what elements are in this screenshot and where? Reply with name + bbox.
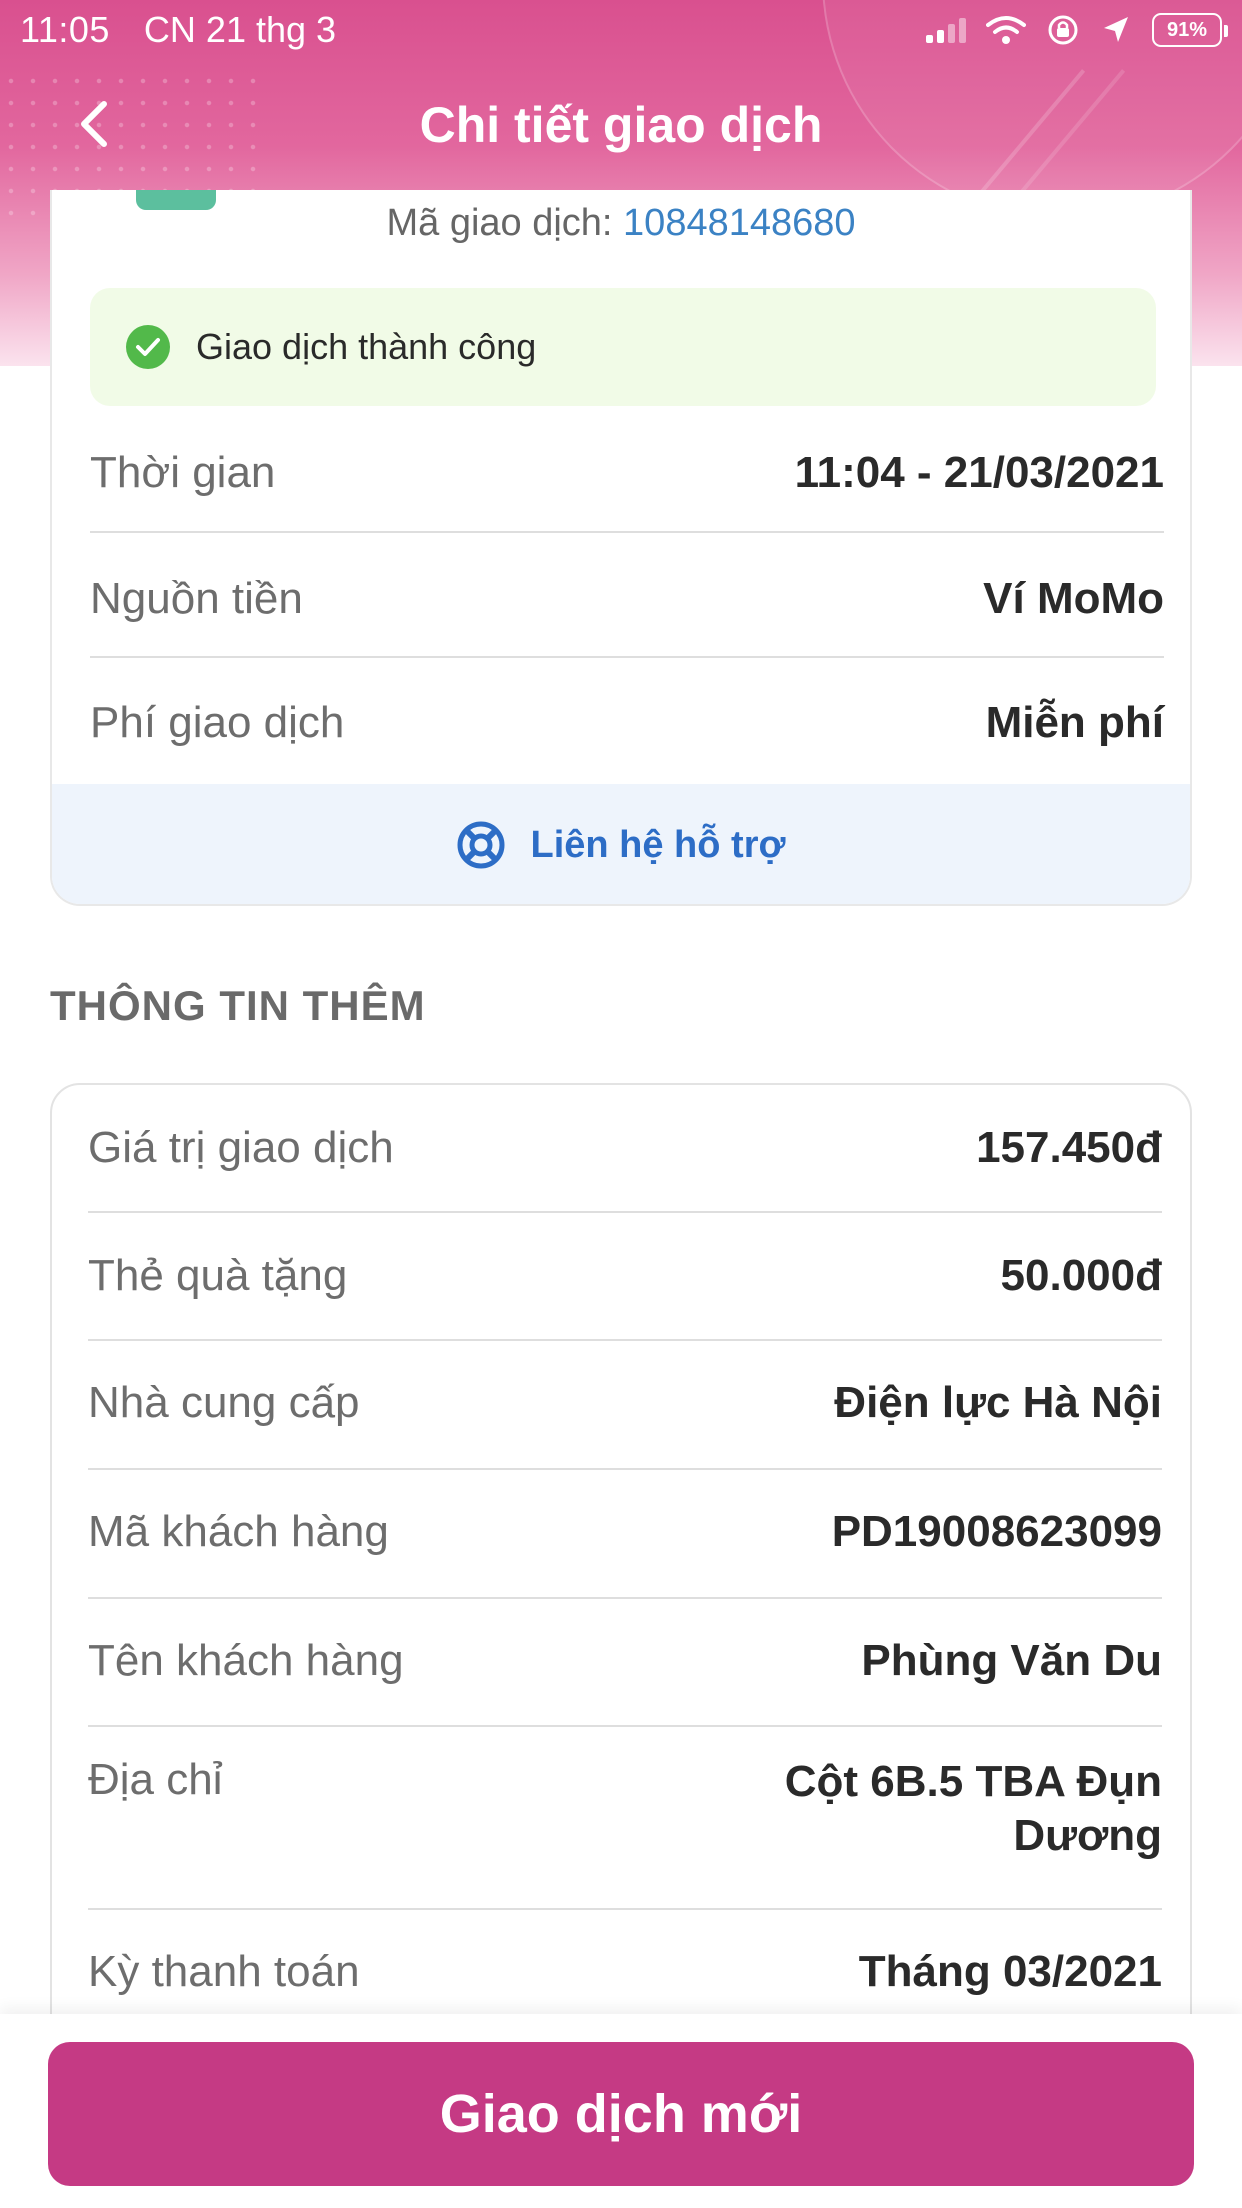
info-row-gift-card: Thẻ quà tặng 50.000đ (88, 1233, 1162, 1319)
support-button[interactable]: Liên hệ hỗ trợ (52, 784, 1190, 904)
info-row-time: Thời gian 11:04 - 21/03/2021 (90, 430, 1164, 516)
info-label: Nguồn tiền (90, 574, 303, 623)
info-label: Giá trị giao dịch (88, 1123, 394, 1172)
divider (88, 1468, 1162, 1470)
info-value: Phùng Văn Du (861, 1636, 1162, 1685)
status-bar: 11:05 CN 21 thg 3 91% (0, 0, 1242, 60)
section-title: THÔNG TIN THÊM (50, 982, 426, 1029)
chevron-left-icon (81, 101, 107, 147)
divider (88, 1339, 1162, 1341)
signal-icon (926, 17, 966, 43)
transaction-summary-card: Mã giao dịch: 10848148680 Giao dịch thàn… (50, 190, 1192, 906)
status-icons: 91% (926, 13, 1228, 47)
divider (90, 656, 1164, 658)
info-label: Mã khách hàng (88, 1507, 389, 1556)
info-value: Ví MoMo (983, 574, 1164, 623)
info-value: Miễn phí (985, 698, 1164, 747)
status-date: CN 21 thg 3 (143, 9, 337, 50)
divider (88, 1908, 1162, 1910)
info-value: 157.450đ (976, 1123, 1162, 1172)
battery-icon: 91% (1152, 13, 1228, 47)
divider (88, 1211, 1162, 1213)
info-row-amount: Giá trị giao dịch 157.450đ (88, 1105, 1162, 1191)
status-text: Giao dịch thành công (196, 326, 537, 367)
page-title: Chi tiết giao dịch (419, 97, 823, 153)
info-label: Kỳ thanh toán (88, 1947, 360, 1996)
info-value: 50.000đ (1000, 1251, 1162, 1300)
more-info-card: Giá trị giao dịch 157.450đ Thẻ quà tặng … (50, 1083, 1192, 2043)
check-circle-icon (126, 325, 170, 369)
battery-level: 91% (1166, 18, 1208, 41)
rotation-lock-icon (1048, 15, 1078, 45)
info-row-provider: Nhà cung cấp Điện lực Hà Nội (88, 1360, 1162, 1446)
divider (88, 1725, 1162, 1727)
transaction-id: Mã giao dịch: 10848148680 (52, 202, 1190, 245)
info-value: PD19008623099 (831, 1507, 1162, 1556)
info-value: 11:04 - 21/03/2021 (794, 448, 1164, 497)
location-icon (1104, 17, 1128, 42)
info-row-source: Nguồn tiền Ví MoMo (90, 556, 1164, 642)
transaction-id-label: Mã giao dịch: (386, 202, 624, 244)
status-time: 11:05 (20, 9, 110, 50)
navigation-bar: Chi tiết giao dịch (0, 70, 1242, 180)
info-label: Nhà cung cấp (88, 1378, 360, 1427)
status-banner: Giao dịch thành công (90, 288, 1156, 406)
info-label: Địa chỉ (88, 1755, 223, 1804)
address-line-2: Dương (1013, 1811, 1162, 1860)
info-row-customer-id: Mã khách hàng PD19008623099 (88, 1489, 1162, 1575)
info-value: Cột 6B.5 TBA Đụn Dương (785, 1755, 1162, 1863)
info-label: Thẻ quà tặng (88, 1251, 348, 1300)
info-value: Tháng 03/2021 (858, 1947, 1162, 1996)
info-row-billing-period: Kỳ thanh toán Tháng 03/2021 (88, 1929, 1162, 2015)
new-transaction-button[interactable]: Giao dịch mới (48, 2042, 1194, 2186)
support-label: Liên hệ hỗ trợ (530, 823, 786, 866)
transaction-id-value[interactable]: 10848148680 (623, 202, 855, 244)
wifi-icon (986, 16, 1026, 44)
info-value: Điện lực Hà Nội (834, 1378, 1162, 1427)
divider (90, 531, 1164, 533)
info-label: Phí giao dịch (90, 698, 345, 747)
lifebuoy-icon (457, 821, 505, 869)
info-label: Tên khách hàng (88, 1636, 404, 1685)
info-row-address: Địa chỉ Cột 6B.5 TBA Đụn Dương (88, 1755, 1162, 1865)
back-button[interactable] (64, 94, 124, 154)
info-row-customer-name: Tên khách hàng Phùng Văn Du (88, 1618, 1162, 1704)
bottom-bar: Giao dịch mới (0, 2014, 1242, 2208)
address-line-1: Cột 6B.5 TBA Đụn (784, 1757, 1162, 1806)
info-row-fee: Phí giao dịch Miễn phí (90, 680, 1164, 766)
info-label: Thời gian (90, 448, 276, 497)
divider (88, 1597, 1162, 1599)
